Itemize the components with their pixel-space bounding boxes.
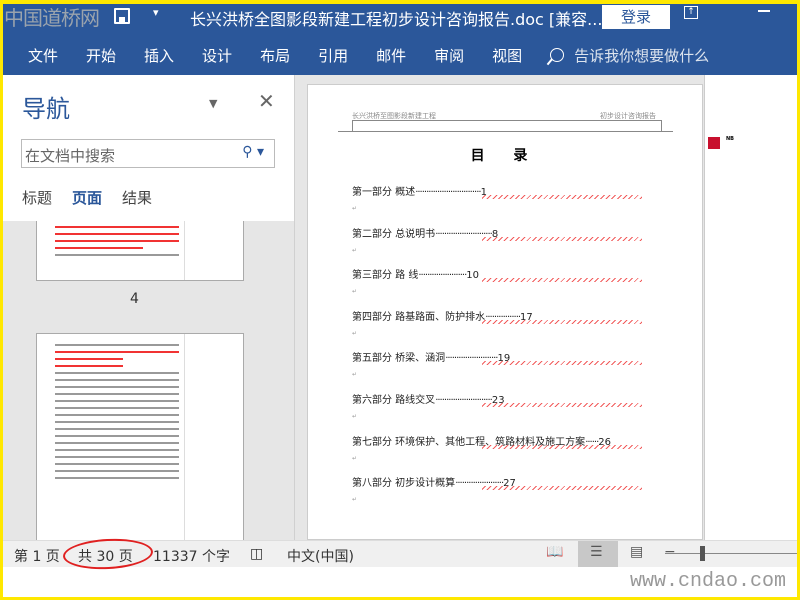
pane-options-icon[interactable]: ▼ bbox=[209, 97, 217, 110]
toc-page: 10 bbox=[466, 270, 480, 282]
tell-me-box[interactable]: 告诉我你想要做什么 bbox=[550, 45, 709, 66]
login-button[interactable]: 登录 bbox=[602, 5, 670, 29]
document-area[interactable]: 长兴洪桥至图影段新建工程 初步设计咨询报告 目 录 第一部分 概述·······… bbox=[295, 75, 800, 540]
print-layout-button[interactable]: ☰ bbox=[578, 541, 618, 567]
read-mode-icon[interactable]: 📖 bbox=[546, 544, 563, 560]
comment-author: NB bbox=[726, 136, 734, 142]
tab-layout[interactable]: 布局 bbox=[260, 45, 290, 66]
nav-tab-results[interactable]: 结果 bbox=[122, 187, 152, 208]
paragraph-mark: ↵ bbox=[352, 371, 358, 379]
tab-references[interactable]: 引用 bbox=[318, 45, 348, 66]
navigation-pane: 导航 ▼ ✕ 在文档中搜索 ⚲ ▾ 标题 页面 结果 4 bbox=[0, 75, 295, 540]
comments-pane: NB bbox=[704, 75, 800, 540]
tab-mailings[interactable]: 邮件 bbox=[376, 45, 406, 66]
search-placeholder: 在文档中搜索 bbox=[25, 147, 116, 165]
paragraph-mark: ↵ bbox=[352, 454, 358, 462]
tab-design[interactable]: 设计 bbox=[202, 45, 232, 66]
document-title: 长兴洪桥全图影段新建工程初步设计咨询报告.doc [兼容... bbox=[190, 10, 603, 29]
toc-entry[interactable]: 第六部分 路线交叉··························23 bbox=[352, 391, 652, 407]
toc-label: 第八部分 初步设计概算 bbox=[352, 478, 456, 490]
tell-me-text: 告诉我你想要做什么 bbox=[574, 46, 710, 65]
tab-view[interactable]: 视图 bbox=[492, 45, 522, 66]
proofing-icon[interactable]: ◫ bbox=[250, 546, 263, 562]
zoom-out-icon[interactable]: − bbox=[664, 544, 676, 560]
tab-review[interactable]: 审阅 bbox=[434, 45, 464, 66]
close-icon[interactable]: ✕ bbox=[258, 89, 275, 113]
toc-label: 第五部分 桥梁、涵洞 bbox=[352, 353, 446, 365]
web-layout-icon[interactable]: ▤ bbox=[630, 544, 643, 560]
page-thumbnails[interactable]: 4 bbox=[0, 221, 294, 540]
toc-label: 第一部分 概述 bbox=[352, 187, 416, 198]
language[interactable]: 中文(中国) bbox=[287, 546, 354, 566]
print-layout-icon: ☰ bbox=[590, 544, 603, 560]
nav-search-input[interactable]: 在文档中搜索 ⚲ ▾ bbox=[21, 139, 275, 168]
toc-entry[interactable]: 第一部分 概述······························1 bbox=[352, 183, 652, 199]
tab-file[interactable]: 文件 bbox=[28, 45, 58, 66]
toc-label: 第二部分 总说明书 bbox=[352, 228, 436, 240]
paragraph-mark: ↵ bbox=[352, 496, 358, 504]
avatar-icon bbox=[708, 137, 720, 149]
toc-entry[interactable]: 第八部分 初步设计概算······················27 bbox=[352, 474, 652, 491]
page-number-label: 4 bbox=[130, 291, 139, 307]
toc-label: 第六部分 路线交叉 bbox=[352, 395, 436, 406]
ribbon-display-options-icon[interactable]: ↑ bbox=[684, 6, 698, 19]
toc-entry[interactable]: 第四部分 路基路面、防护排水················17 bbox=[352, 308, 652, 324]
zoom-slider-thumb[interactable] bbox=[700, 546, 705, 561]
page-indicator[interactable]: 第 1 页 bbox=[14, 546, 60, 566]
paragraph-mark: ↵ bbox=[352, 288, 358, 296]
toc-entry[interactable]: 第二部分 总说明书··························8 bbox=[352, 225, 652, 241]
title-bar: 中国道桥网 ▾ 长兴洪桥全图影段新建工程初步设计咨询报告.doc [兼容... … bbox=[0, 0, 800, 35]
paragraph-mark: ↵ bbox=[352, 413, 358, 420]
page-thumbnail[interactable] bbox=[36, 333, 244, 540]
ribbon-tabs: 文件 开始 插入 设计 布局 引用 邮件 审阅 视图 告诉我你想要做什么 bbox=[0, 35, 800, 75]
paragraph-mark: ↵ bbox=[352, 246, 358, 254]
word-count[interactable]: 11337 个字 bbox=[153, 546, 230, 566]
toc-entry[interactable]: 第七部分 环境保护、其他工程、筑路材料及施工方案······26 bbox=[352, 433, 652, 449]
search-icon[interactable]: ⚲ ▾ bbox=[242, 144, 264, 160]
nav-title: 导航 bbox=[22, 95, 70, 123]
document-page[interactable]: 长兴洪桥至图影段新建工程 初步设计咨询报告 目 录 第一部分 概述·······… bbox=[307, 84, 703, 540]
toc-label: 第四部分 路基路面、防护排水 bbox=[352, 311, 486, 323]
save-icon[interactable] bbox=[114, 8, 130, 24]
nav-tab-pages[interactable]: 页面 bbox=[72, 187, 102, 208]
search-icon bbox=[550, 48, 565, 62]
tab-insert[interactable]: 插入 bbox=[144, 45, 174, 66]
toc-entry[interactable]: 第五部分 桥梁、涵洞························19 bbox=[352, 349, 652, 366]
toc-title: 目 录 bbox=[470, 148, 540, 164]
toc-entry[interactable]: 第三部分 路 线······················10 bbox=[352, 266, 652, 283]
page-thumbnail[interactable] bbox=[36, 221, 244, 281]
watermark-logo: 中国道桥网 bbox=[4, 6, 100, 30]
paragraph-mark: ↵ bbox=[352, 329, 358, 337]
minimize-icon[interactable] bbox=[758, 10, 770, 12]
paragraph-mark: ↵ bbox=[352, 205, 358, 212]
customize-quick-access-icon[interactable]: ▾ bbox=[153, 6, 159, 19]
tab-home[interactable]: 开始 bbox=[86, 45, 116, 66]
site-watermark: www.cndao.com bbox=[629, 570, 786, 593]
toc-label: 第三部分 路 线 bbox=[352, 270, 419, 282]
zoom-slider[interactable] bbox=[665, 553, 800, 554]
nav-tab-headings[interactable]: 标题 bbox=[22, 187, 52, 208]
